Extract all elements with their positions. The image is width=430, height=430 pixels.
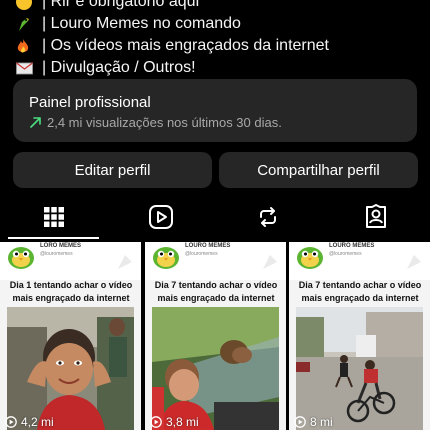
- bio-text: | Rir é obrigatório aqui: [42, 0, 200, 10]
- parrot-avatar-icon: [297, 247, 323, 269]
- laughing-face-icon: [16, 0, 38, 11]
- bio-line: | Os vídeos mais engraçados da internet: [16, 35, 416, 57]
- view-count-text: 8 mi: [310, 415, 333, 429]
- tab-grid[interactable]: [0, 195, 107, 239]
- post-header: LOURO MEMES @louromemes: [145, 242, 286, 280]
- parrot-avatar-icon: [153, 247, 179, 269]
- share-profile-button[interactable]: Compartilhar perfil: [219, 152, 418, 188]
- bio-line: | Louro Memes no comando: [16, 13, 416, 35]
- post-thumbnail: [7, 307, 134, 430]
- channel-name: LORO MEMES: [40, 243, 82, 249]
- tab-reels[interactable]: [107, 195, 214, 239]
- watermark-icon: [263, 255, 277, 269]
- post-tile[interactable]: LORO MEMES @louromemes Dia 1 tentando ac…: [0, 242, 141, 430]
- view-count: 8 mi: [294, 415, 333, 429]
- parrot-icon: [16, 15, 38, 33]
- bio-line: | Divulgação / Outros!: [16, 57, 416, 79]
- channel-handle: @louromemes: [329, 251, 362, 257]
- channel-handle: @louromemes: [185, 251, 218, 257]
- tagged-icon: [365, 204, 386, 228]
- panel-stats-text: 2,4 mi visualizações nos últimos 30 dias…: [47, 115, 282, 130]
- parrot-avatar-icon: [8, 247, 34, 269]
- post-header: LORO MEMES @louromemes: [0, 242, 141, 280]
- trend-up-icon: [30, 117, 41, 128]
- post-header: LOURO MEMES @louromemes: [289, 242, 430, 280]
- professional-dashboard[interactable]: Painel profissional 2,4 mi visualizações…: [13, 79, 417, 142]
- post-caption: Dia 1 tentando achar o vídeo mais engraç…: [9, 280, 133, 303]
- profile-bio: | Rir é obrigatório aqui | Louro Memes n…: [16, 0, 416, 79]
- post-thumbnail: [152, 307, 279, 430]
- bio-text: | Divulgação / Outros!: [42, 59, 196, 76]
- envelope-icon: [16, 59, 38, 77]
- edit-profile-button[interactable]: Editar perfil: [13, 152, 212, 188]
- tab-reposts[interactable]: [214, 195, 321, 239]
- panel-stats: 2,4 mi visualizações nos últimos 30 dias…: [29, 115, 282, 130]
- post-tile[interactable]: LOURO MEMES @louromemes Dia 7 tentando a…: [289, 242, 430, 430]
- fire-icon: [16, 37, 38, 55]
- post-tile[interactable]: LOURO MEMES @louromemes Dia 7 tentando a…: [145, 242, 286, 430]
- bio-text: | Os vídeos mais engraçados da internet: [42, 37, 329, 54]
- profile-tabs: [0, 195, 430, 239]
- grid-icon: [43, 207, 64, 227]
- tab-tagged[interactable]: [322, 195, 429, 239]
- channel-handle: @louromemes: [40, 251, 73, 257]
- post-caption: Dia 7 tentando achar o vídeo mais engraç…: [298, 280, 422, 303]
- post-thumbnail: [296, 307, 423, 430]
- bio-text: | Louro Memes no comando: [42, 15, 241, 32]
- reels-icon: [148, 205, 173, 229]
- posts-grid: LORO MEMES @louromemes Dia 1 tentando ac…: [0, 242, 430, 430]
- view-count: 4,2 mi: [5, 415, 54, 429]
- reposts-icon: [259, 207, 276, 227]
- active-tab-indicator: [8, 237, 99, 239]
- channel-name: LOURO MEMES: [329, 243, 375, 249]
- play-icon: [150, 416, 162, 428]
- panel-title: Painel profissional: [29, 94, 151, 111]
- view-count-text: 3,8 mi: [166, 415, 199, 429]
- play-icon: [5, 416, 17, 428]
- play-icon: [294, 416, 306, 428]
- watermark-icon: [118, 255, 132, 269]
- view-count-text: 4,2 mi: [21, 415, 54, 429]
- channel-name: LOURO MEMES: [185, 243, 231, 249]
- watermark-icon: [407, 255, 421, 269]
- bio-line: | Rir é obrigatório aqui: [16, 0, 416, 13]
- post-caption: Dia 7 tentando achar o vídeo mais engraç…: [154, 280, 278, 303]
- view-count: 3,8 mi: [150, 415, 199, 429]
